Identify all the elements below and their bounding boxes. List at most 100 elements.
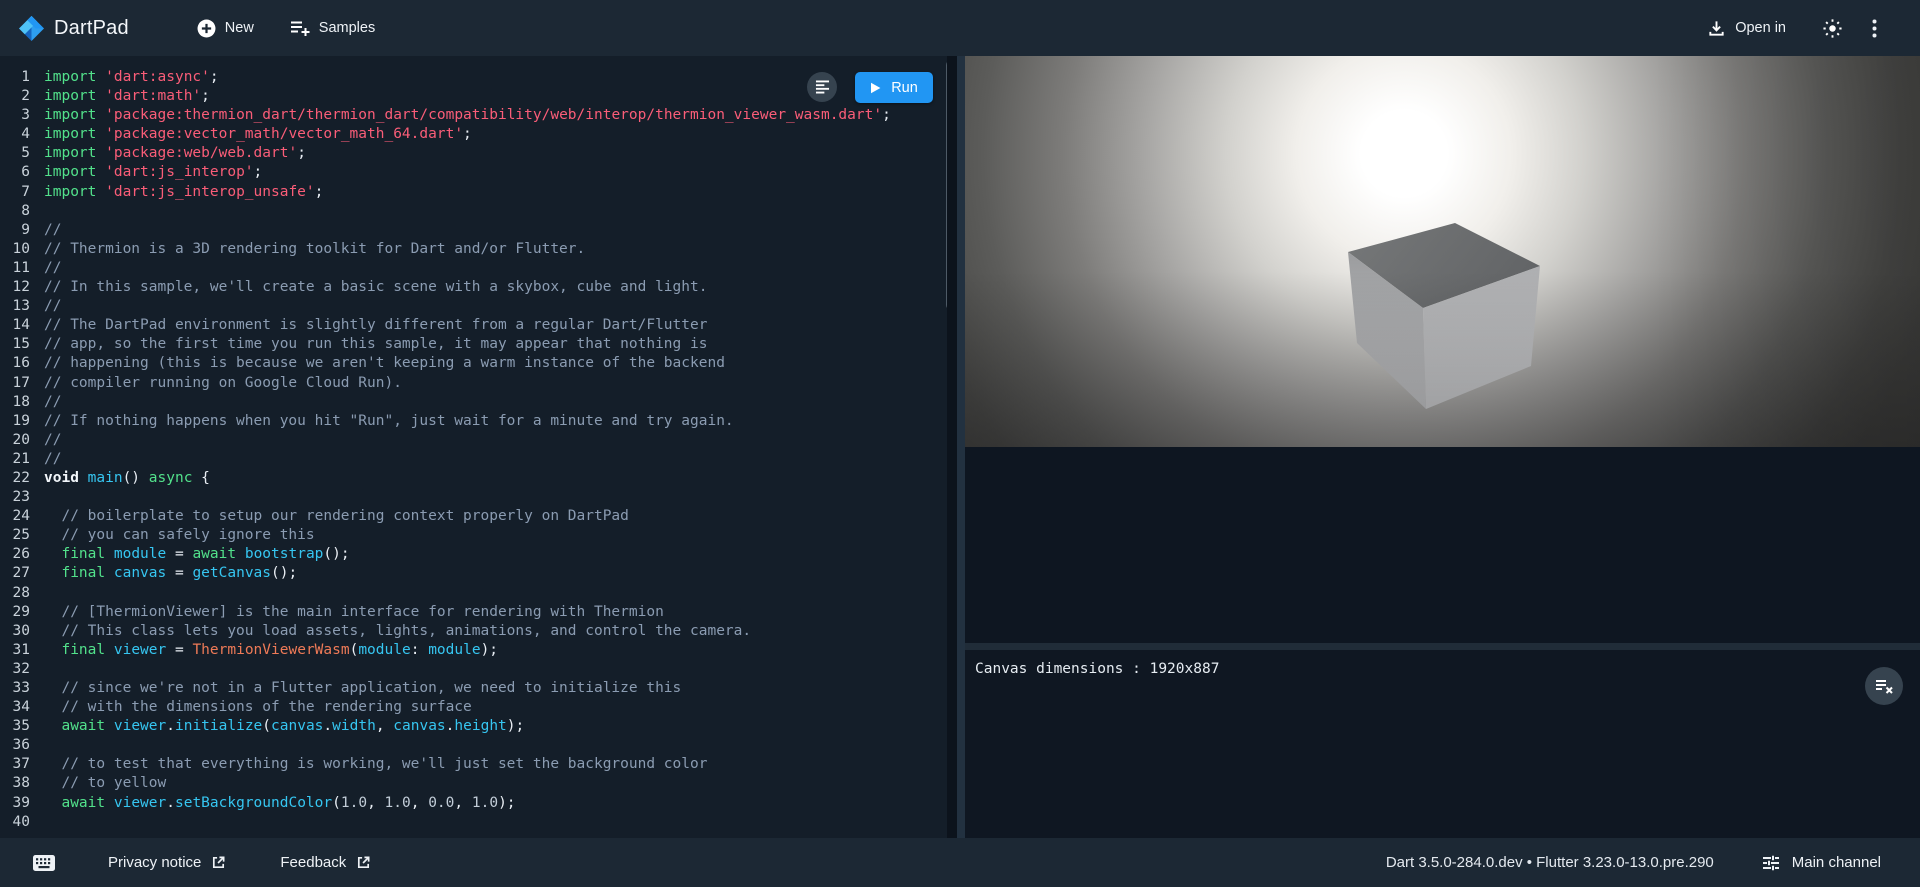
open-in-label: Open in	[1735, 20, 1786, 36]
code-line: 5import 'package:web/web.dart';	[0, 144, 947, 163]
code-line: 13//	[0, 297, 947, 316]
privacy-notice-link[interactable]: Privacy notice	[102, 853, 232, 872]
code-line: 21//	[0, 450, 947, 469]
code-line: 3import 'package:thermion_dart/thermion_…	[0, 106, 947, 125]
line-number: 19	[0, 412, 30, 431]
code-line: 7import 'dart:js_interop_unsafe';	[0, 183, 947, 202]
code-line: 20//	[0, 431, 947, 450]
privacy-notice-label: Privacy notice	[108, 854, 201, 871]
line-number: 34	[0, 698, 30, 717]
line-number: 28	[0, 584, 30, 603]
code-editor[interactable]: 1import 'dart:async';2import 'dart:math'…	[0, 56, 947, 832]
brightness-sun-icon	[1822, 18, 1843, 39]
line-number: 17	[0, 374, 30, 393]
code-line: 9//	[0, 221, 947, 240]
keyboard-icon	[32, 854, 56, 872]
line-number: 14	[0, 316, 30, 335]
code-line: 35 await viewer.initialize(canvas.width,…	[0, 717, 947, 736]
code-line: 12// In this sample, we'll create a basi…	[0, 278, 947, 297]
line-number: 22	[0, 469, 30, 488]
code-line: 25 // you can safely ignore this	[0, 526, 947, 545]
line-number: 39	[0, 794, 30, 813]
new-button[interactable]: New	[191, 11, 260, 46]
line-number: 26	[0, 545, 30, 564]
line-number: 30	[0, 622, 30, 641]
line-number: 29	[0, 603, 30, 622]
cube-3d	[965, 56, 1920, 447]
line-number: 2	[0, 87, 30, 106]
code-line: 15// app, so the first time you run this…	[0, 335, 947, 354]
line-number: 15	[0, 335, 30, 354]
line-number: 1	[0, 68, 30, 87]
plus-circle-icon	[197, 19, 216, 38]
open-in-new-icon	[211, 855, 226, 870]
feedback-link[interactable]: Feedback	[274, 853, 377, 872]
dartpad-app: DartPad New Samples	[0, 0, 1920, 887]
code-line: 37 // to test that everything is working…	[0, 755, 947, 774]
line-number: 18	[0, 393, 30, 412]
code-line: 23	[0, 488, 947, 507]
run-button-label: Run	[891, 80, 918, 96]
line-number: 16	[0, 354, 30, 373]
code-line: 6import 'dart:js_interop';	[0, 163, 947, 182]
tune-icon	[1762, 855, 1780, 871]
line-number: 35	[0, 717, 30, 736]
line-number: 4	[0, 125, 30, 144]
code-line: 17// compiler running on Google Cloud Ru…	[0, 374, 947, 393]
line-number: 3	[0, 106, 30, 125]
render-viewport[interactable]	[965, 56, 1920, 447]
pane-gap	[947, 56, 965, 838]
keyboard-shortcuts-button[interactable]	[26, 848, 62, 878]
line-number: 37	[0, 755, 30, 774]
code-line: 2import 'dart:math';	[0, 87, 947, 106]
code-line: 27 final canvas = getCanvas();	[0, 564, 947, 583]
dartpad-logo-icon	[18, 15, 45, 42]
code-line: 16// happening (this is because we aren'…	[0, 354, 947, 373]
overflow-menu-button[interactable]	[1860, 8, 1888, 48]
line-number: 20	[0, 431, 30, 450]
app-title: DartPad	[54, 17, 129, 40]
code-line: 4import 'package:vector_math/vector_math…	[0, 125, 947, 144]
clear-console-button[interactable]	[1865, 667, 1903, 705]
open-in-button[interactable]: Open in	[1701, 11, 1792, 46]
line-number: 12	[0, 278, 30, 297]
code-line: 30 // This class lets you load assets, l…	[0, 622, 947, 641]
code-line: 10// Thermion is a 3D rendering toolkit …	[0, 240, 947, 259]
run-button[interactable]: Run	[855, 72, 933, 103]
code-line: 26 final module = await bootstrap();	[0, 545, 947, 564]
footer: Privacy notice Feedback Dart 3.5.0-284.0…	[0, 838, 1920, 887]
new-button-label: New	[225, 20, 254, 36]
kebab-menu-icon	[1872, 19, 1877, 38]
open-in-new-icon	[356, 855, 371, 870]
theme-toggle-button[interactable]	[1812, 8, 1852, 48]
line-number: 9	[0, 221, 30, 240]
line-number: 36	[0, 736, 30, 755]
code-line: 8	[0, 202, 947, 221]
line-number: 5	[0, 144, 30, 163]
editor-pane: 1import 'dart:async';2import 'dart:math'…	[0, 56, 947, 838]
console-splitter[interactable]	[965, 643, 1920, 650]
line-number: 24	[0, 507, 30, 526]
code-line: 28	[0, 584, 947, 603]
code-line: 24 // boilerplate to setup our rendering…	[0, 507, 947, 526]
channel-selector[interactable]: Main channel	[1756, 853, 1887, 872]
line-number: 38	[0, 774, 30, 793]
line-number: 32	[0, 660, 30, 679]
line-number: 40	[0, 813, 30, 832]
feedback-label: Feedback	[280, 854, 346, 871]
header-actions: Open in	[1701, 8, 1920, 48]
code-line: 18//	[0, 393, 947, 412]
download-icon	[1707, 19, 1726, 38]
format-button[interactable]	[807, 72, 837, 102]
samples-button[interactable]: Samples	[284, 12, 381, 45]
code-line: 40	[0, 813, 947, 832]
samples-button-label: Samples	[319, 20, 375, 36]
play-icon	[870, 82, 881, 94]
clear-console-icon	[1874, 678, 1894, 695]
version-text: Dart 3.5.0-284.0.dev • Flutter 3.23.0-13…	[1386, 854, 1714, 871]
pane-splitter[interactable]	[957, 56, 965, 838]
line-number: 11	[0, 259, 30, 278]
line-number: 10	[0, 240, 30, 259]
line-number: 13	[0, 297, 30, 316]
line-number: 31	[0, 641, 30, 660]
